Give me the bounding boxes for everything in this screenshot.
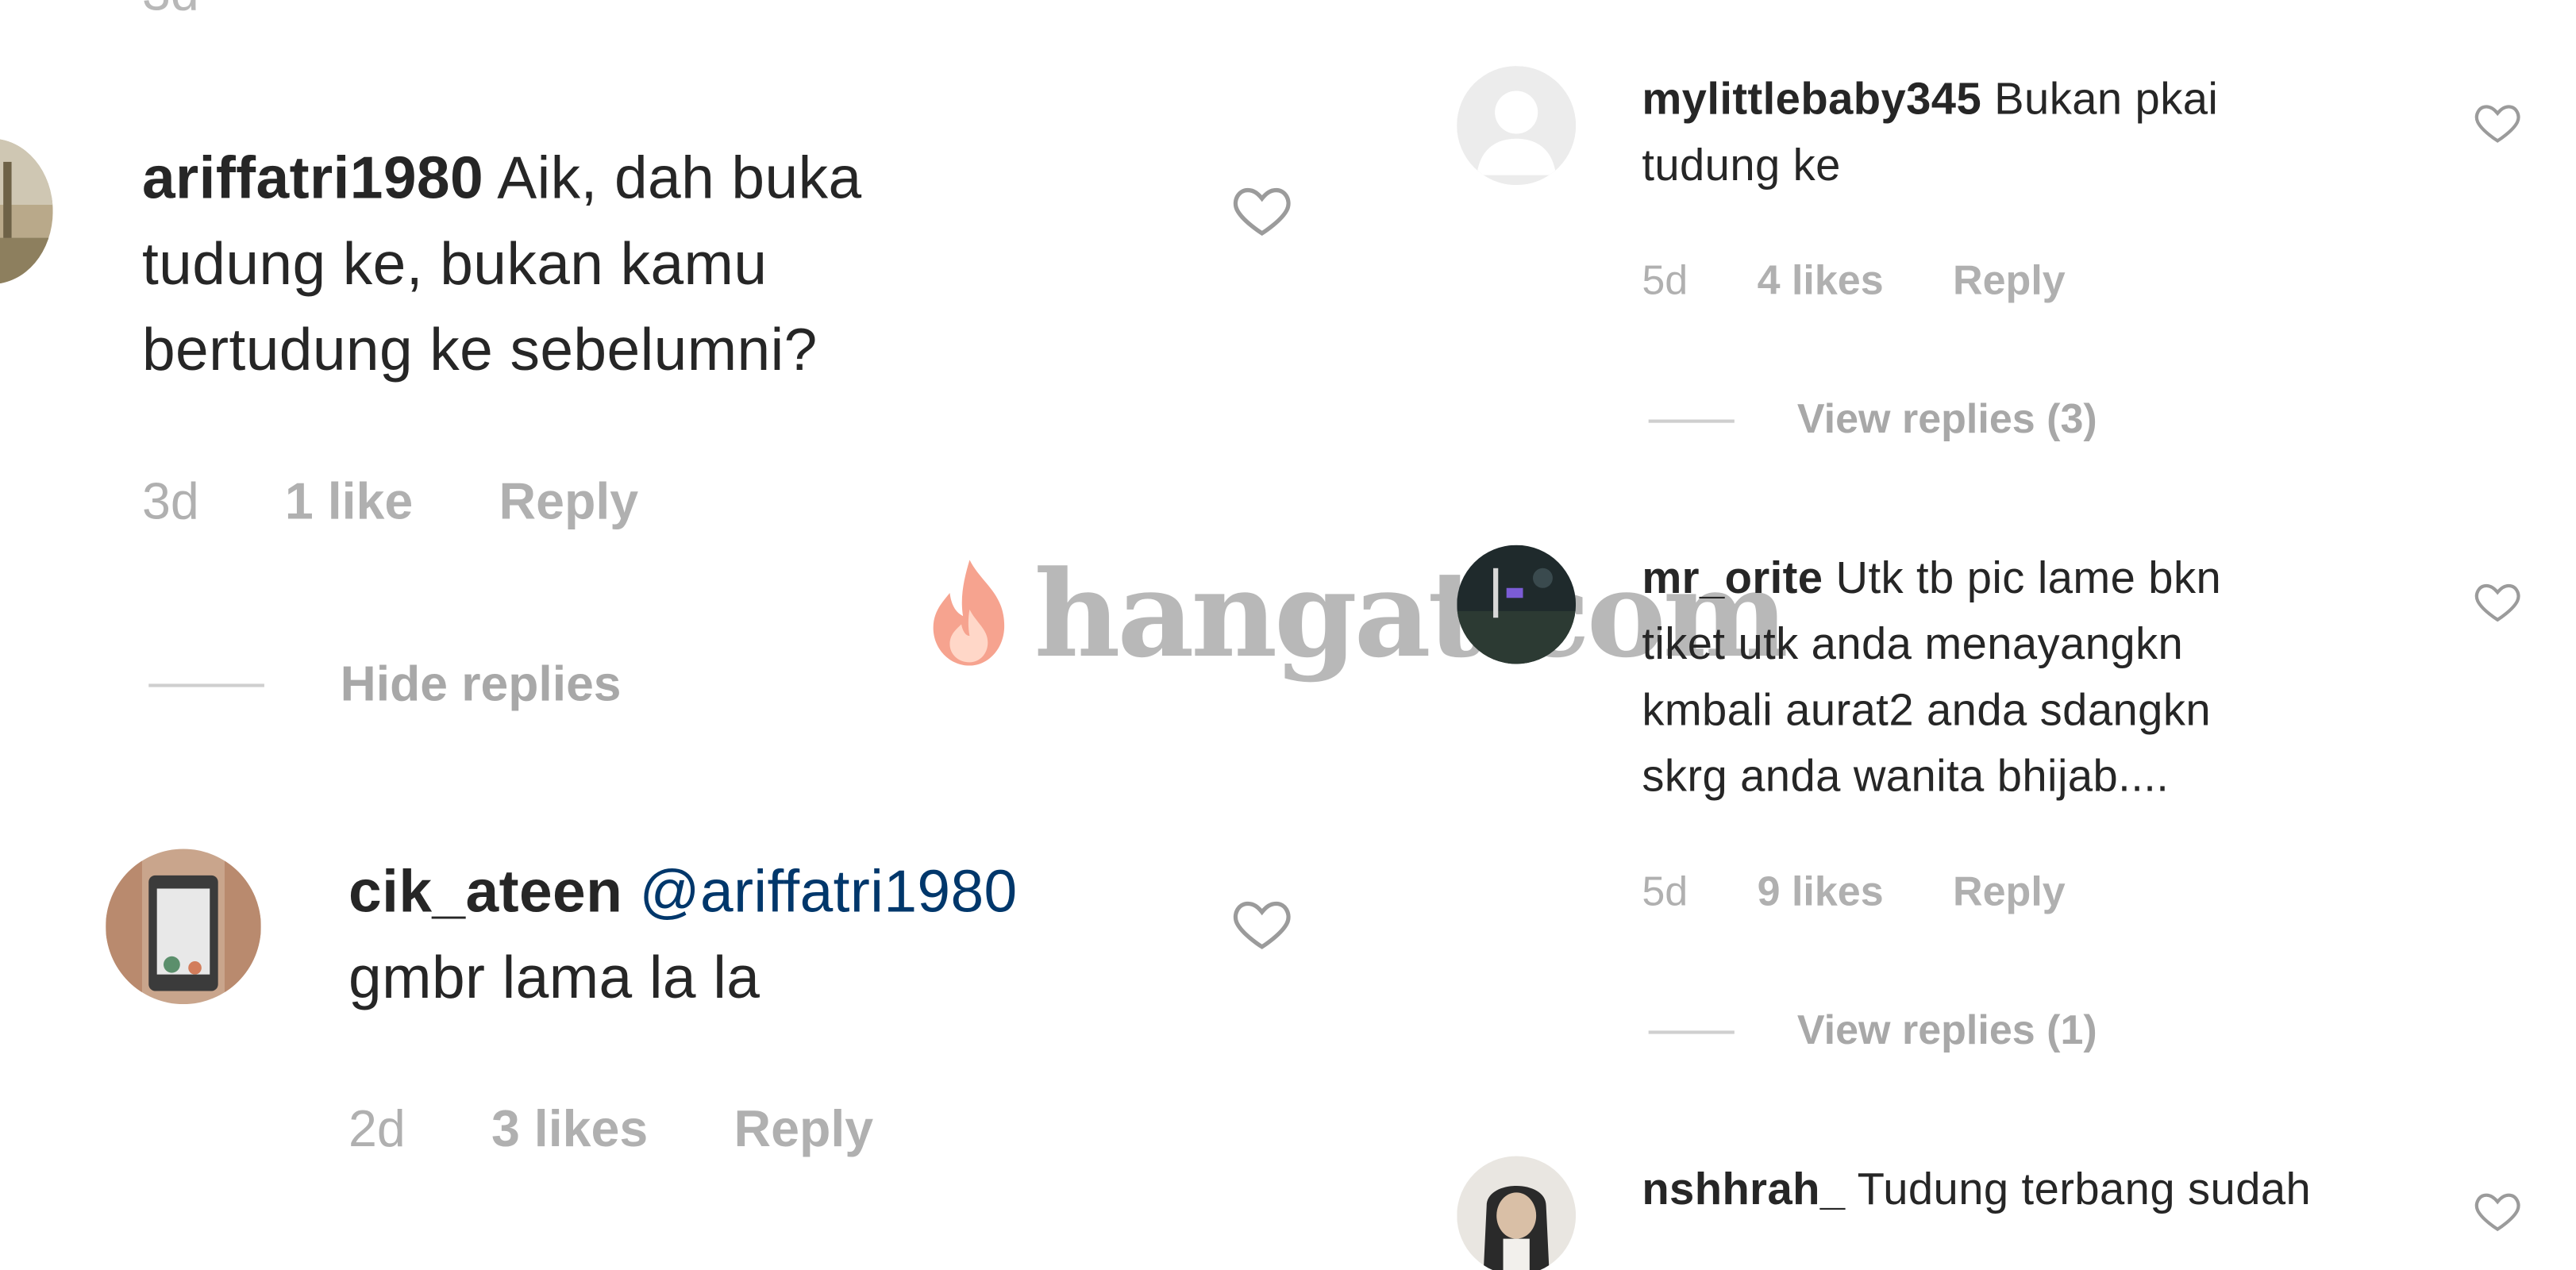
avatar-image	[106, 849, 261, 1005]
avatar[interactable]	[1457, 545, 1577, 664]
comment-text-line: tudung ke	[1642, 140, 1841, 190]
reply-button[interactable]: Reply	[1953, 869, 2066, 917]
avatar[interactable]	[106, 849, 261, 1005]
comment-text-line: bertudung ke sebelumni?	[141, 315, 818, 383]
reply-text: gmbr lama la la	[348, 943, 760, 1011]
comment-meta: 3d 1 like Reply	[142, 472, 638, 532]
comment-text-line: Utk tb pic lame bkn	[1835, 553, 2222, 603]
timestamp-partial: 3d	[142, 0, 199, 23]
comment-time[interactable]: 5d	[1642, 258, 1688, 306]
flame-icon	[933, 560, 1005, 666]
comment-likes[interactable]: 1 like	[285, 472, 413, 532]
comment-likes[interactable]: 9 likes	[1758, 869, 1884, 917]
comments-canvas: 3d ariffatri1980 Aik, dah buka tudung ke…	[0, 0, 2576, 1270]
avatar-image	[1457, 1156, 1577, 1270]
comment-text-line: skrg anda wanita bhijab....	[1642, 751, 2170, 802]
reply-button[interactable]: Reply	[734, 1100, 873, 1160]
reply-mention-link[interactable]: @ariffatri1980	[640, 857, 1018, 925]
avatar[interactable]	[1457, 1156, 1577, 1270]
comment-time[interactable]: 3d	[142, 472, 199, 532]
like-heart-icon[interactable]	[2473, 98, 2522, 147]
comment-body: mr_orite Utk tb pic lame bkn tiket utk a…	[1642, 545, 2435, 810]
comment-text-line: kmbali aurat2 anda sdangkn	[1642, 685, 2212, 735]
view-replies-label: View replies (1)	[1796, 1007, 2097, 1054]
comment-username[interactable]: mr_orite	[1642, 553, 1823, 602]
reply-meta: 2d 3 likes Reply	[348, 1100, 873, 1160]
view-replies-button[interactable]: View replies (1)	[1648, 1007, 2097, 1055]
comment-text-line: tiket utk anda menayangkn	[1642, 619, 2184, 669]
comment-meta: 5d 9 likes Reply	[1642, 869, 2065, 917]
comment-text-line: Aik, dah buka	[497, 144, 862, 212]
comment-body: ariffatri1980 Aik, dah buka tudung ke, b…	[142, 136, 1133, 394]
like-heart-icon[interactable]	[2473, 1186, 2522, 1235]
replies-divider	[148, 683, 264, 687]
comment-text-line: Bukan pkai	[1994, 74, 2219, 125]
view-replies-button[interactable]: View replies (3)	[1648, 396, 2097, 444]
reply-body: cik_ateen @ariffatri1980 gmbr lama la la	[348, 849, 1207, 1021]
view-replies-label: View replies (3)	[1796, 396, 2097, 443]
default-avatar-icon	[1457, 66, 1577, 186]
comment-likes[interactable]: 4 likes	[1758, 258, 1884, 306]
replies-divider	[1648, 418, 1735, 422]
hide-replies-button[interactable]: Hide replies	[148, 657, 622, 714]
avatar[interactable]	[1457, 66, 1577, 186]
reply-time[interactable]: 2d	[348, 1100, 406, 1160]
reply-button[interactable]: Reply	[1953, 258, 2066, 306]
comment-body: mylittlebaby345 Bukan pkai tudung ke	[1642, 66, 2435, 198]
comment-time[interactable]: 5d	[1642, 869, 1688, 917]
reply-button[interactable]: Reply	[499, 472, 638, 532]
reply-username[interactable]: cik_ateen	[348, 857, 622, 925]
comment-meta: 5d 4 likes Reply	[1642, 258, 2065, 306]
avatar-image	[1457, 545, 1577, 664]
hide-replies-label: Hide replies	[340, 657, 622, 712]
like-heart-icon[interactable]	[2473, 576, 2522, 625]
comment-username[interactable]: ariffatri1980	[142, 144, 483, 211]
comment-username[interactable]: nshhrah_	[1642, 1164, 1845, 1214]
like-heart-icon[interactable]	[1230, 179, 1293, 241]
comment-text-line: Tudung terbang sudah	[1857, 1164, 2312, 1214]
avatar-image	[0, 138, 53, 284]
avatar[interactable]	[0, 138, 53, 284]
reply-likes[interactable]: 3 likes	[491, 1100, 648, 1160]
comment-text-line: tudung ke, bukan kamu	[141, 229, 768, 298]
comment-body: nshhrah_ Tudung terbang sudah	[1642, 1156, 2467, 1222]
comment-username[interactable]: mylittlebaby345	[1642, 75, 1981, 124]
replies-divider	[1648, 1029, 1735, 1033]
like-heart-icon[interactable]	[1230, 892, 1293, 955]
